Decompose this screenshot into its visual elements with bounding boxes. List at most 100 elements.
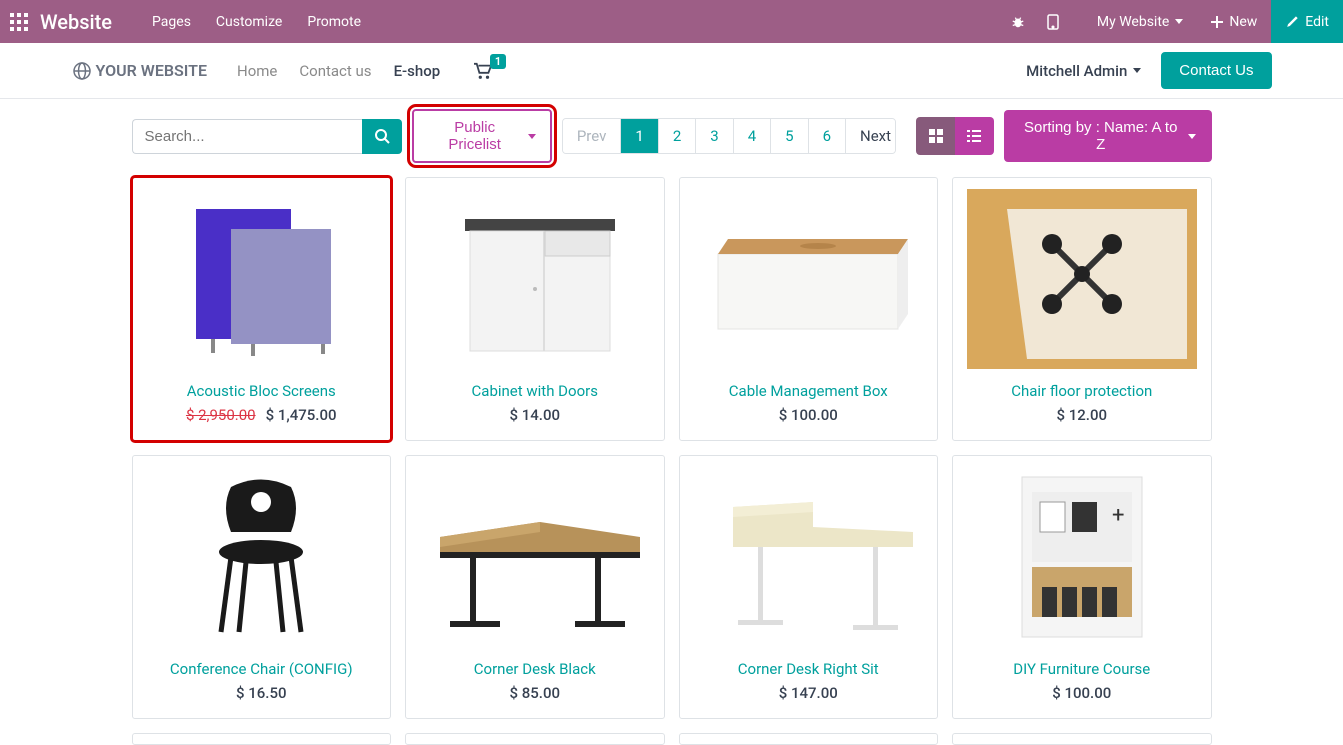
contact-us-button[interactable]: Contact Us [1161,52,1271,89]
product-price: $ 16.50 [236,684,287,702]
product-card[interactable]: Chair floor protection $ 12.00 [952,177,1212,441]
product-title[interactable]: Acoustic Bloc Screens [187,382,336,400]
view-toggle [916,117,994,155]
pager-page-6[interactable]: 6 [809,119,846,153]
product-card[interactable]: Cable Management Box $ 100.00 [679,177,939,441]
logo-text: YOUR WEBSITE [96,61,208,80]
plus-icon [1211,16,1223,28]
bug-icon[interactable] [1011,15,1047,29]
nav-link-home[interactable]: Home [237,62,277,80]
product-price: $ 85.00 [509,684,560,702]
product-image: + [959,462,1205,652]
price-row: $ 100.00 [779,406,838,424]
price-row: $ 14.00 [509,406,560,424]
product-price: $ 14.00 [509,406,560,424]
price-row: $ 2,950.00 $ 1,475.00 [186,406,337,424]
product-title[interactable]: Chair floor protection [1011,382,1152,400]
caret-down-icon [1133,68,1141,73]
product-image [412,184,658,374]
product-title[interactable]: Corner Desk Right Sit [738,660,879,678]
svg-text:+: + [1112,503,1124,528]
product-card[interactable] [679,733,939,745]
topbar-link-pages[interactable]: Pages [152,14,191,30]
sort-dropdown[interactable]: Sorting by : Name: A to Z [1004,110,1212,162]
pager-page-5[interactable]: 5 [771,119,808,153]
product-price: $ 147.00 [779,684,838,702]
globe-icon [72,61,92,81]
price-row: $ 100.00 [1052,684,1111,702]
product-card[interactable]: Corner Desk Black $ 85.00 [405,455,665,719]
pager-next[interactable]: Next [846,119,896,153]
apps-icon[interactable] [10,13,30,31]
site-logo[interactable]: YOUR WEBSITE [72,61,208,81]
product-price: $ 12.00 [1056,406,1107,424]
search-button[interactable] [362,119,402,154]
pager-page-1[interactable]: 1 [621,119,658,153]
product-image [686,462,932,652]
product-title[interactable]: Cable Management Box [729,382,888,400]
view-list-button[interactable] [955,117,994,155]
pager-page-3[interactable]: 3 [696,119,733,153]
product-title[interactable]: DIY Furniture Course [1013,660,1150,678]
pager-page-2[interactable]: 2 [659,119,696,153]
product-card[interactable] [132,733,392,745]
new-label: New [1229,14,1257,30]
product-image [959,184,1205,374]
search-group [132,119,402,154]
list-icon [966,128,982,144]
edit-label: Edit [1305,14,1329,30]
edit-button[interactable]: Edit [1271,0,1343,43]
caret-down-icon [528,134,536,139]
product-card[interactable] [405,733,665,745]
product-title[interactable]: Cabinet with Doors [472,382,598,400]
user-name: Mitchell Admin [1026,62,1127,80]
mobile-icon[interactable] [1047,14,1083,30]
product-card[interactable] [952,733,1212,745]
price-row: $ 85.00 [509,684,560,702]
brand-title[interactable]: Website [40,10,112,34]
pencil-icon [1285,15,1299,29]
price-row: $ 16.50 [236,684,287,702]
cart-button[interactable]: 1 [472,62,494,80]
search-input[interactable] [132,119,362,154]
pricelist-dropdown[interactable]: Public Pricelist [412,109,552,163]
caret-down-icon [1188,134,1196,139]
pagination: Prev 1 2 3 4 5 6 Next [562,118,896,154]
product-card[interactable]: Cabinet with Doors $ 14.00 [405,177,665,441]
pager-page-4[interactable]: 4 [734,119,771,153]
product-card[interactable]: Acoustic Bloc Screens $ 2,950.00 $ 1,475… [132,177,392,441]
product-grid-row-partial [122,733,1222,745]
price-row: $ 147.00 [779,684,838,702]
product-card[interactable]: Conference Chair (CONFIG) $ 16.50 [132,455,392,719]
product-image [686,184,932,374]
view-grid-button[interactable] [916,117,955,155]
product-price: $ 100.00 [779,406,838,424]
product-image [139,462,385,652]
product-image [412,462,658,652]
product-price: $ 100.00 [1052,684,1111,702]
shop-toolbar: Public Pricelist Prev 1 2 3 4 5 6 Next S… [122,109,1222,163]
pager-prev[interactable]: Prev [563,119,622,153]
top-bar: Website Pages Customize Promote My Websi… [0,0,1343,43]
navbar: YOUR WEBSITE Home Contact us E-shop 1 Mi… [0,43,1343,99]
product-title[interactable]: Corner Desk Black [474,660,596,678]
product-title[interactable]: Conference Chair (CONFIG) [170,660,353,678]
product-image [139,184,385,374]
pricelist-label: Public Pricelist [428,119,522,153]
nav-link-eshop[interactable]: E-shop [394,62,441,80]
new-button[interactable]: New [1197,14,1271,30]
user-dropdown[interactable]: Mitchell Admin [1026,62,1141,80]
product-price: $ 1,475.00 [266,406,337,424]
topbar-link-promote[interactable]: Promote [307,14,361,30]
my-website-dropdown[interactable]: My Website [1083,14,1197,30]
cart-count-badge: 1 [490,54,506,69]
topbar-link-customize[interactable]: Customize [216,14,282,30]
nav-link-contact[interactable]: Contact us [299,62,371,80]
caret-down-icon [1175,19,1183,24]
product-grid: Acoustic Bloc Screens $ 2,950.00 $ 1,475… [122,177,1222,719]
product-card[interactable]: Corner Desk Right Sit $ 147.00 [679,455,939,719]
search-icon [374,128,390,144]
product-card[interactable]: + DIY Furniture Course $ 100.00 [952,455,1212,719]
price-row: $ 12.00 [1056,406,1107,424]
product-old-price: $ 2,950.00 [186,406,256,424]
